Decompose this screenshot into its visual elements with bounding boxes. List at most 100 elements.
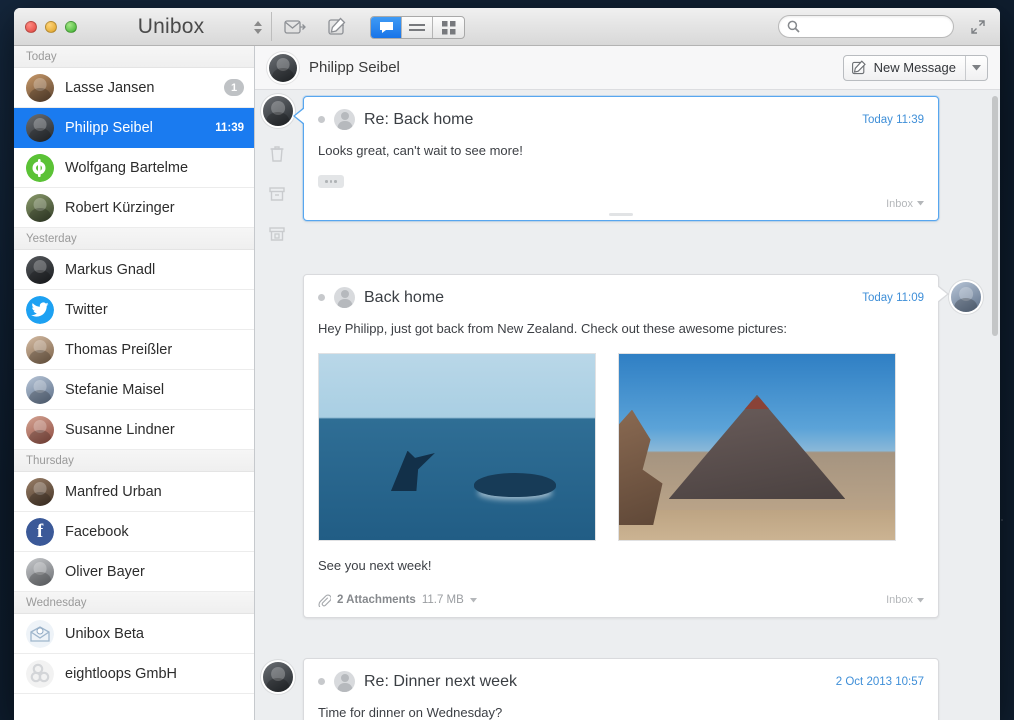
message-card-back-home[interactable]: Back home Today 11:09 Hey Philipp, just … <box>303 274 949 618</box>
conversation-name: Lasse Jansen <box>65 79 155 96</box>
message-timestamp: 2 Oct 2013 10:57 <box>835 675 924 688</box>
conversation-name: eightloops GmbH <box>65 665 178 682</box>
message-avatar <box>263 662 293 692</box>
paperclip-icon <box>318 594 331 607</box>
sidebar-item-markus-gnadl[interactable]: Markus Gnadl <box>14 250 254 290</box>
avatar <box>26 153 54 182</box>
compose-icon[interactable] <box>322 16 352 38</box>
view-mode-segmented-control[interactable] <box>370 16 465 39</box>
inbox-arrow-icon[interactable] <box>280 16 310 38</box>
avatar <box>26 477 54 506</box>
sidebar-item-facebook[interactable]: f Facebook <box>14 512 254 552</box>
sidebar-item-stefanie-maisel[interactable]: Stefanie Maisel <box>14 370 254 410</box>
avatar <box>26 557 54 586</box>
unread-dot <box>318 678 325 685</box>
sidebar-item-manfred-urban[interactable]: Manfred Urban <box>14 472 254 512</box>
chevron-down-icon <box>469 597 477 603</box>
conversation-name: Wolfgang Bartelme <box>65 159 189 176</box>
eightloops-logo-icon <box>26 659 54 688</box>
list-lines-icon[interactable] <box>402 17 433 38</box>
close-button[interactable] <box>25 20 37 33</box>
search-field[interactable] <box>778 15 954 38</box>
folder-label: Inbox <box>886 594 913 607</box>
sidebar-item-unibox-beta[interactable]: Unibox Beta <box>14 614 254 654</box>
message-header: Back home Today 11:09 <box>304 275 938 308</box>
message-body: Hey Philipp, just got back from New Zeal… <box>318 321 787 336</box>
avatar <box>26 335 54 364</box>
resize-grabber[interactable] <box>609 212 633 216</box>
conversation-name: Thomas Preißler <box>65 341 173 358</box>
message-card-re-dinner-next-week[interactable]: Re: Dinner next week 2 Oct 2013 10:57 Ti… <box>303 658 939 720</box>
thread-scrollbar[interactable] <box>992 96 998 336</box>
message-subject: Back home <box>364 288 445 306</box>
avatar <box>26 659 54 688</box>
message-timestamp: Today 11:39 <box>862 113 924 126</box>
sender-avatar-placeholder <box>334 109 355 130</box>
photo-whales[interactable] <box>318 352 596 541</box>
photo-volcano[interactable] <box>618 352 896 541</box>
conversation-name: Stefanie Maisel <box>65 381 165 398</box>
sender-avatar-placeholder <box>334 671 355 692</box>
facebook-logo-icon: f <box>26 517 54 546</box>
conversation-name: Oliver Bayer <box>65 563 145 580</box>
bubble-tail-fill <box>937 286 947 302</box>
sidebar-item-lasse-jansen[interactable]: Lasse Jansen 1 <box>14 68 254 108</box>
message-actions-rail <box>255 90 299 720</box>
sidebar-item-oliver-bayer[interactable]: Oliver Bayer <box>14 552 254 592</box>
message-card-re-back-home[interactable]: Re: Back home Today 11:39 Looks great, c… <box>293 96 939 221</box>
speech-bubble-icon[interactable] <box>371 17 402 38</box>
conversation-name: Twitter <box>65 301 108 318</box>
sidebar-item-susanne-lindner[interactable]: Susanne Lindner <box>14 410 254 450</box>
avatar <box>26 193 54 222</box>
message-card-wrapper: Back home Today 11:09 Hey Philipp, just … <box>303 274 981 618</box>
up-down-stepper-icon[interactable] <box>250 17 266 37</box>
attachments-count: 2 Attachments <box>337 594 416 607</box>
avatar <box>26 415 54 444</box>
conversation-name: Philipp Seibel <box>65 119 153 136</box>
sidebar-item-twitter[interactable]: Twitter <box>14 290 254 330</box>
sender-avatar-placeholder <box>334 287 355 308</box>
trash-icon[interactable] <box>267 144 287 164</box>
avatar <box>26 255 54 284</box>
message-card-wrapper: Re: Dinner next week 2 Oct 2013 10:57 Ti… <box>263 658 939 720</box>
message-footer: 2 Attachments 11.7 MB Inbox <box>304 594 938 617</box>
sidebar-item-eightloops-gmbh[interactable]: eightloops GmbH <box>14 654 254 694</box>
file-box-icon[interactable] <box>267 224 287 244</box>
attachments-size: 11.7 MB <box>421 594 464 607</box>
window-body: Today Lasse Jansen 1 Philipp Seibel 11:3… <box>14 46 1000 720</box>
message-subject: Re: Back home <box>364 110 474 128</box>
grid-squares-icon[interactable] <box>433 17 464 38</box>
message-body: Time for dinner on Wednesday? <box>318 705 503 720</box>
new-message-button[interactable]: New Message <box>842 54 988 81</box>
avatar <box>26 73 54 102</box>
fullscreen-arrows-icon[interactable] <box>970 19 986 35</box>
conversation-header: Philipp Seibel New Message <box>255 46 1000 90</box>
beats-logo-icon <box>26 153 54 182</box>
sidebar-item-philipp-seibel[interactable]: Philipp Seibel 11:39 <box>14 108 254 148</box>
avatar <box>26 295 54 324</box>
sidebar-item-robert-kurzinger[interactable]: Robert Kürzinger <box>14 188 254 228</box>
zoom-button[interactable] <box>65 20 77 33</box>
conversation-name: Markus Gnadl <box>65 261 156 278</box>
message-card-wrapper: Re: Back home Today 11:39 Looks great, c… <box>293 96 939 221</box>
folder-selector[interactable]: Inbox <box>886 198 924 210</box>
contact-name: Philipp Seibel <box>309 59 400 76</box>
attachment-previews <box>304 339 938 541</box>
conversation-name: Robert Kürzinger <box>65 199 175 216</box>
archive-box-icon[interactable] <box>267 184 287 204</box>
expand-quoted-text-button[interactable] <box>318 174 344 188</box>
folder-selector[interactable]: Inbox <box>886 594 924 606</box>
folder-label: Inbox <box>886 197 913 210</box>
minimize-button[interactable] <box>45 20 57 33</box>
sidebar-item-wolfgang-bartelme[interactable]: Wolfgang Bartelme <box>14 148 254 188</box>
unread-dot <box>318 116 325 123</box>
message-thread[interactable]: Re: Back home Today 11:39 Looks great, c… <box>255 90 1000 720</box>
chevron-down-icon[interactable] <box>965 55 987 80</box>
conversation-list-sidebar[interactable]: Today Lasse Jansen 1 Philipp Seibel 11:3… <box>14 46 255 720</box>
sidebar-item-thomas-preissler[interactable]: Thomas Preißler <box>14 330 254 370</box>
avatar <box>26 113 54 142</box>
conversation-name: Unibox Beta <box>65 625 144 642</box>
conversation-name: Facebook <box>65 523 129 540</box>
attachments-summary[interactable]: 2 Attachments 11.7 MB <box>318 594 477 607</box>
search-input[interactable] <box>805 19 945 34</box>
